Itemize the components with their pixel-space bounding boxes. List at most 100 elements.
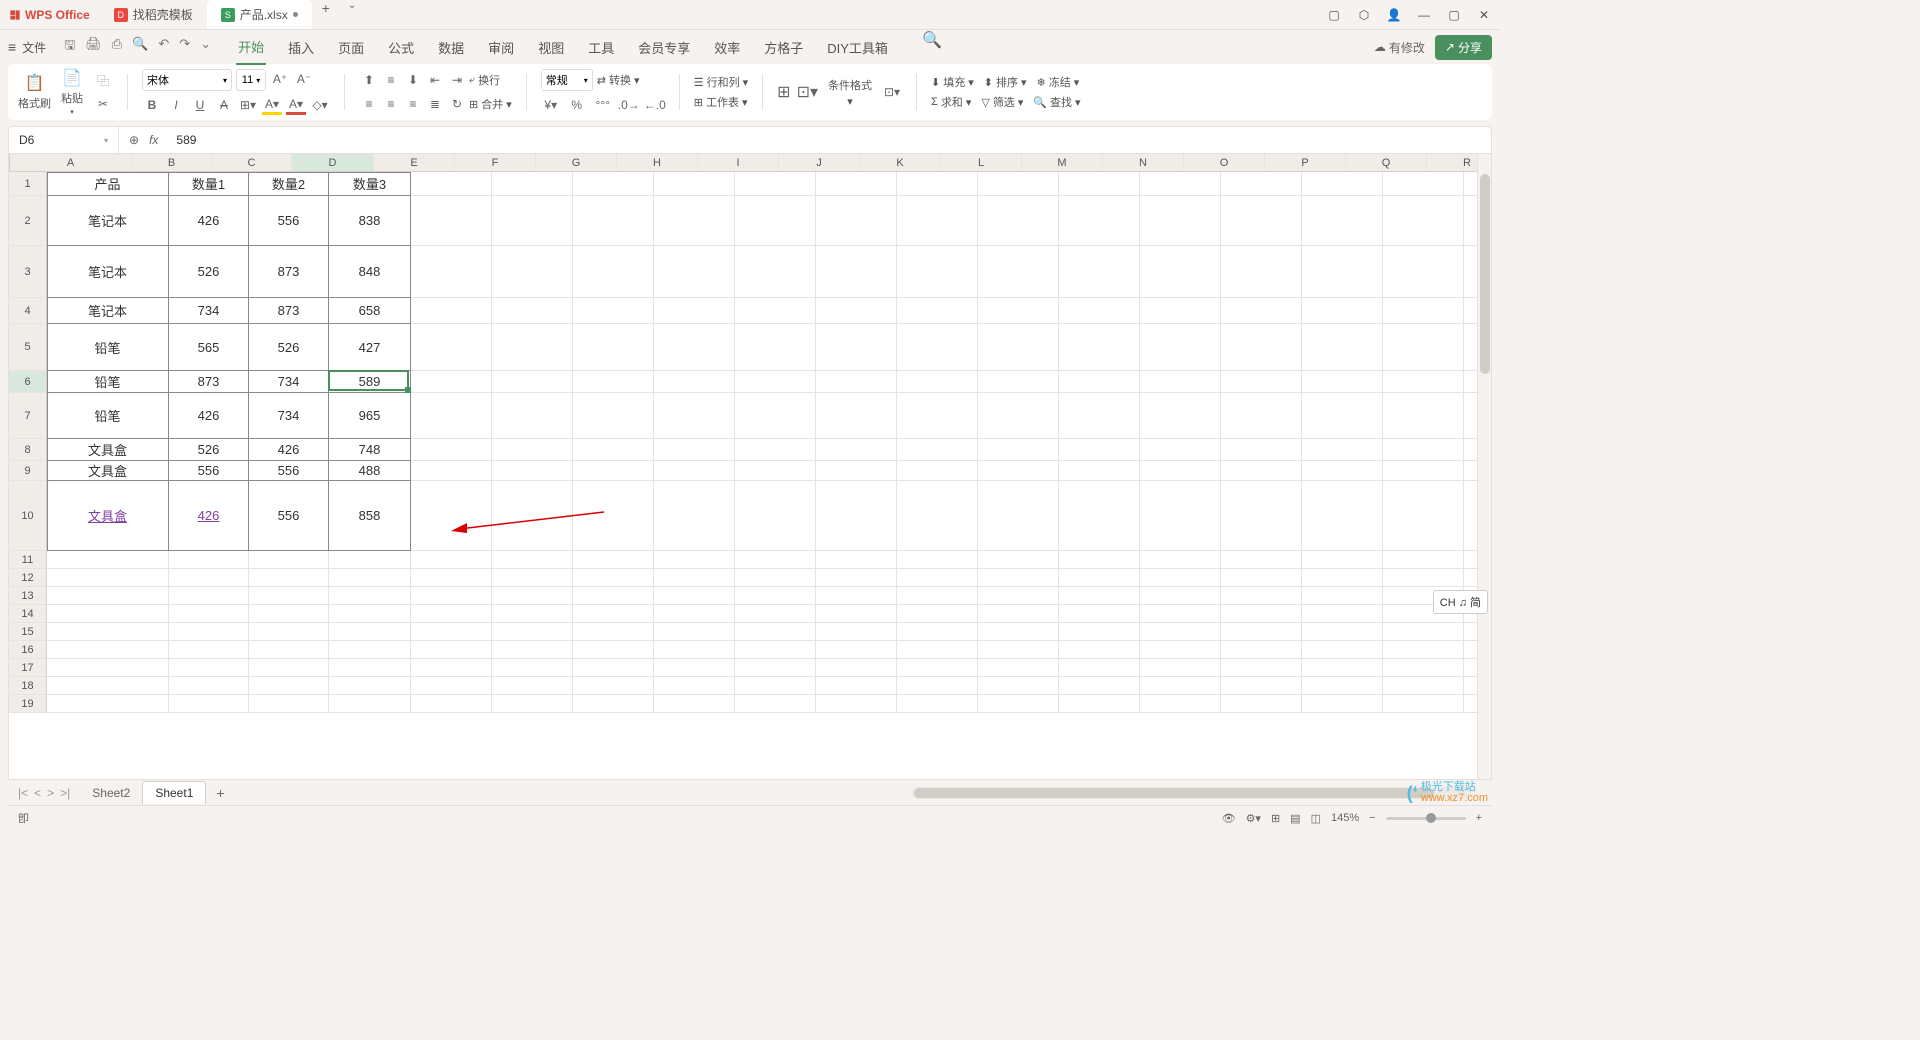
cell[interactable] — [897, 677, 978, 695]
cell[interactable] — [411, 393, 492, 439]
cell[interactable] — [816, 677, 897, 695]
cell[interactable] — [1221, 659, 1302, 677]
cell[interactable]: 文具盒 — [47, 439, 169, 461]
cell[interactable] — [47, 569, 169, 587]
cell[interactable] — [978, 569, 1059, 587]
cell[interactable] — [1383, 677, 1464, 695]
cell[interactable] — [654, 298, 735, 324]
cell[interactable] — [573, 393, 654, 439]
cell[interactable]: 848 — [329, 246, 411, 298]
cell[interactable] — [573, 677, 654, 695]
cell[interactable] — [492, 393, 573, 439]
align-right-icon[interactable]: ≡ — [403, 94, 423, 114]
row-header[interactable]: 8 — [9, 439, 46, 461]
cell[interactable] — [411, 481, 492, 551]
cell[interactable] — [411, 551, 492, 569]
cell[interactable] — [169, 641, 249, 659]
cell[interactable] — [735, 659, 816, 677]
cell[interactable] — [249, 551, 329, 569]
highlight-icon[interactable]: A▾ — [262, 95, 282, 115]
cell[interactable] — [735, 641, 816, 659]
cell[interactable] — [816, 641, 897, 659]
cell[interactable] — [897, 298, 978, 324]
column-header[interactable]: K — [860, 154, 941, 171]
column-header[interactable]: A — [10, 154, 132, 171]
cell[interactable] — [1383, 393, 1464, 439]
cell[interactable]: 858 — [329, 481, 411, 551]
cell[interactable]: 526 — [169, 246, 249, 298]
column-header[interactable]: O — [1184, 154, 1265, 171]
save-icon[interactable]: 🖫 — [64, 36, 75, 58]
border-icon[interactable]: ⊞▾ — [238, 95, 258, 115]
cell[interactable] — [897, 371, 978, 393]
cell[interactable] — [816, 659, 897, 677]
cell[interactable] — [1140, 587, 1221, 605]
cell[interactable] — [492, 659, 573, 677]
cell[interactable]: 488 — [329, 461, 411, 481]
cell[interactable] — [1059, 439, 1140, 461]
cell[interactable] — [654, 172, 735, 196]
scroll-thumb[interactable] — [914, 788, 1434, 798]
cell[interactable] — [169, 623, 249, 641]
row-header[interactable]: 13 — [9, 587, 46, 605]
cell[interactable]: 556 — [249, 461, 329, 481]
cell[interactable]: 526 — [169, 439, 249, 461]
cell[interactable] — [411, 623, 492, 641]
cell[interactable] — [897, 461, 978, 481]
cell[interactable] — [1221, 172, 1302, 196]
cell[interactable] — [573, 196, 654, 246]
cell[interactable] — [1221, 393, 1302, 439]
cell[interactable] — [1140, 569, 1221, 587]
tab-more-button[interactable]: ⌄ — [340, 0, 364, 29]
cell[interactable] — [1221, 623, 1302, 641]
cell[interactable] — [573, 551, 654, 569]
cell[interactable] — [1059, 172, 1140, 196]
cell[interactable] — [897, 246, 978, 298]
cell[interactable] — [816, 551, 897, 569]
cell[interactable] — [329, 569, 411, 587]
column-header[interactable]: J — [779, 154, 860, 171]
cell[interactable] — [978, 371, 1059, 393]
column-header[interactable]: L — [941, 154, 1022, 171]
cell[interactable] — [249, 677, 329, 695]
cell[interactable] — [1221, 246, 1302, 298]
cell[interactable] — [1302, 246, 1383, 298]
cell[interactable] — [573, 298, 654, 324]
cell[interactable] — [654, 695, 735, 713]
cell[interactable] — [47, 587, 169, 605]
name-box[interactable]: D6 ▾ — [9, 127, 119, 153]
cell[interactable] — [654, 461, 735, 481]
sheet-next-icon[interactable]: > — [47, 786, 54, 800]
cell[interactable] — [978, 393, 1059, 439]
cell[interactable] — [1059, 659, 1140, 677]
cell[interactable] — [47, 623, 169, 641]
cell[interactable] — [735, 324, 816, 371]
cell[interactable] — [411, 298, 492, 324]
cell[interactable] — [492, 641, 573, 659]
row-header[interactable]: 4 — [9, 298, 46, 324]
cell[interactable] — [1221, 677, 1302, 695]
align-center-icon[interactable]: ≡ — [381, 94, 401, 114]
zoom-in-icon[interactable]: + — [1476, 812, 1482, 824]
tab-page[interactable]: 页面 — [336, 30, 366, 65]
sheet-add-button[interactable]: + — [206, 785, 234, 801]
cell[interactable] — [249, 569, 329, 587]
cell[interactable]: 文具盒 — [47, 461, 169, 481]
cell[interactable] — [735, 481, 816, 551]
column-header[interactable]: F — [455, 154, 536, 171]
row-header[interactable]: 19 — [9, 695, 46, 713]
decrease-font-icon[interactable]: A⁻ — [294, 69, 314, 89]
currency-icon[interactable]: ¥▾ — [541, 95, 561, 115]
justify-icon[interactable]: ≣ — [425, 94, 445, 114]
view-page-icon[interactable]: ▤ — [1290, 812, 1300, 825]
row-header[interactable]: 6 — [9, 371, 46, 393]
cell[interactable] — [1383, 569, 1464, 587]
cell[interactable] — [1302, 677, 1383, 695]
cell[interactable] — [573, 481, 654, 551]
cell[interactable] — [978, 623, 1059, 641]
cell[interactable]: 426 — [169, 196, 249, 246]
share-button[interactable]: ↗ 分享 — [1435, 35, 1492, 60]
cell[interactable]: 734 — [169, 298, 249, 324]
cell[interactable] — [816, 298, 897, 324]
eraser-icon[interactable]: ◇▾ — [310, 95, 330, 115]
